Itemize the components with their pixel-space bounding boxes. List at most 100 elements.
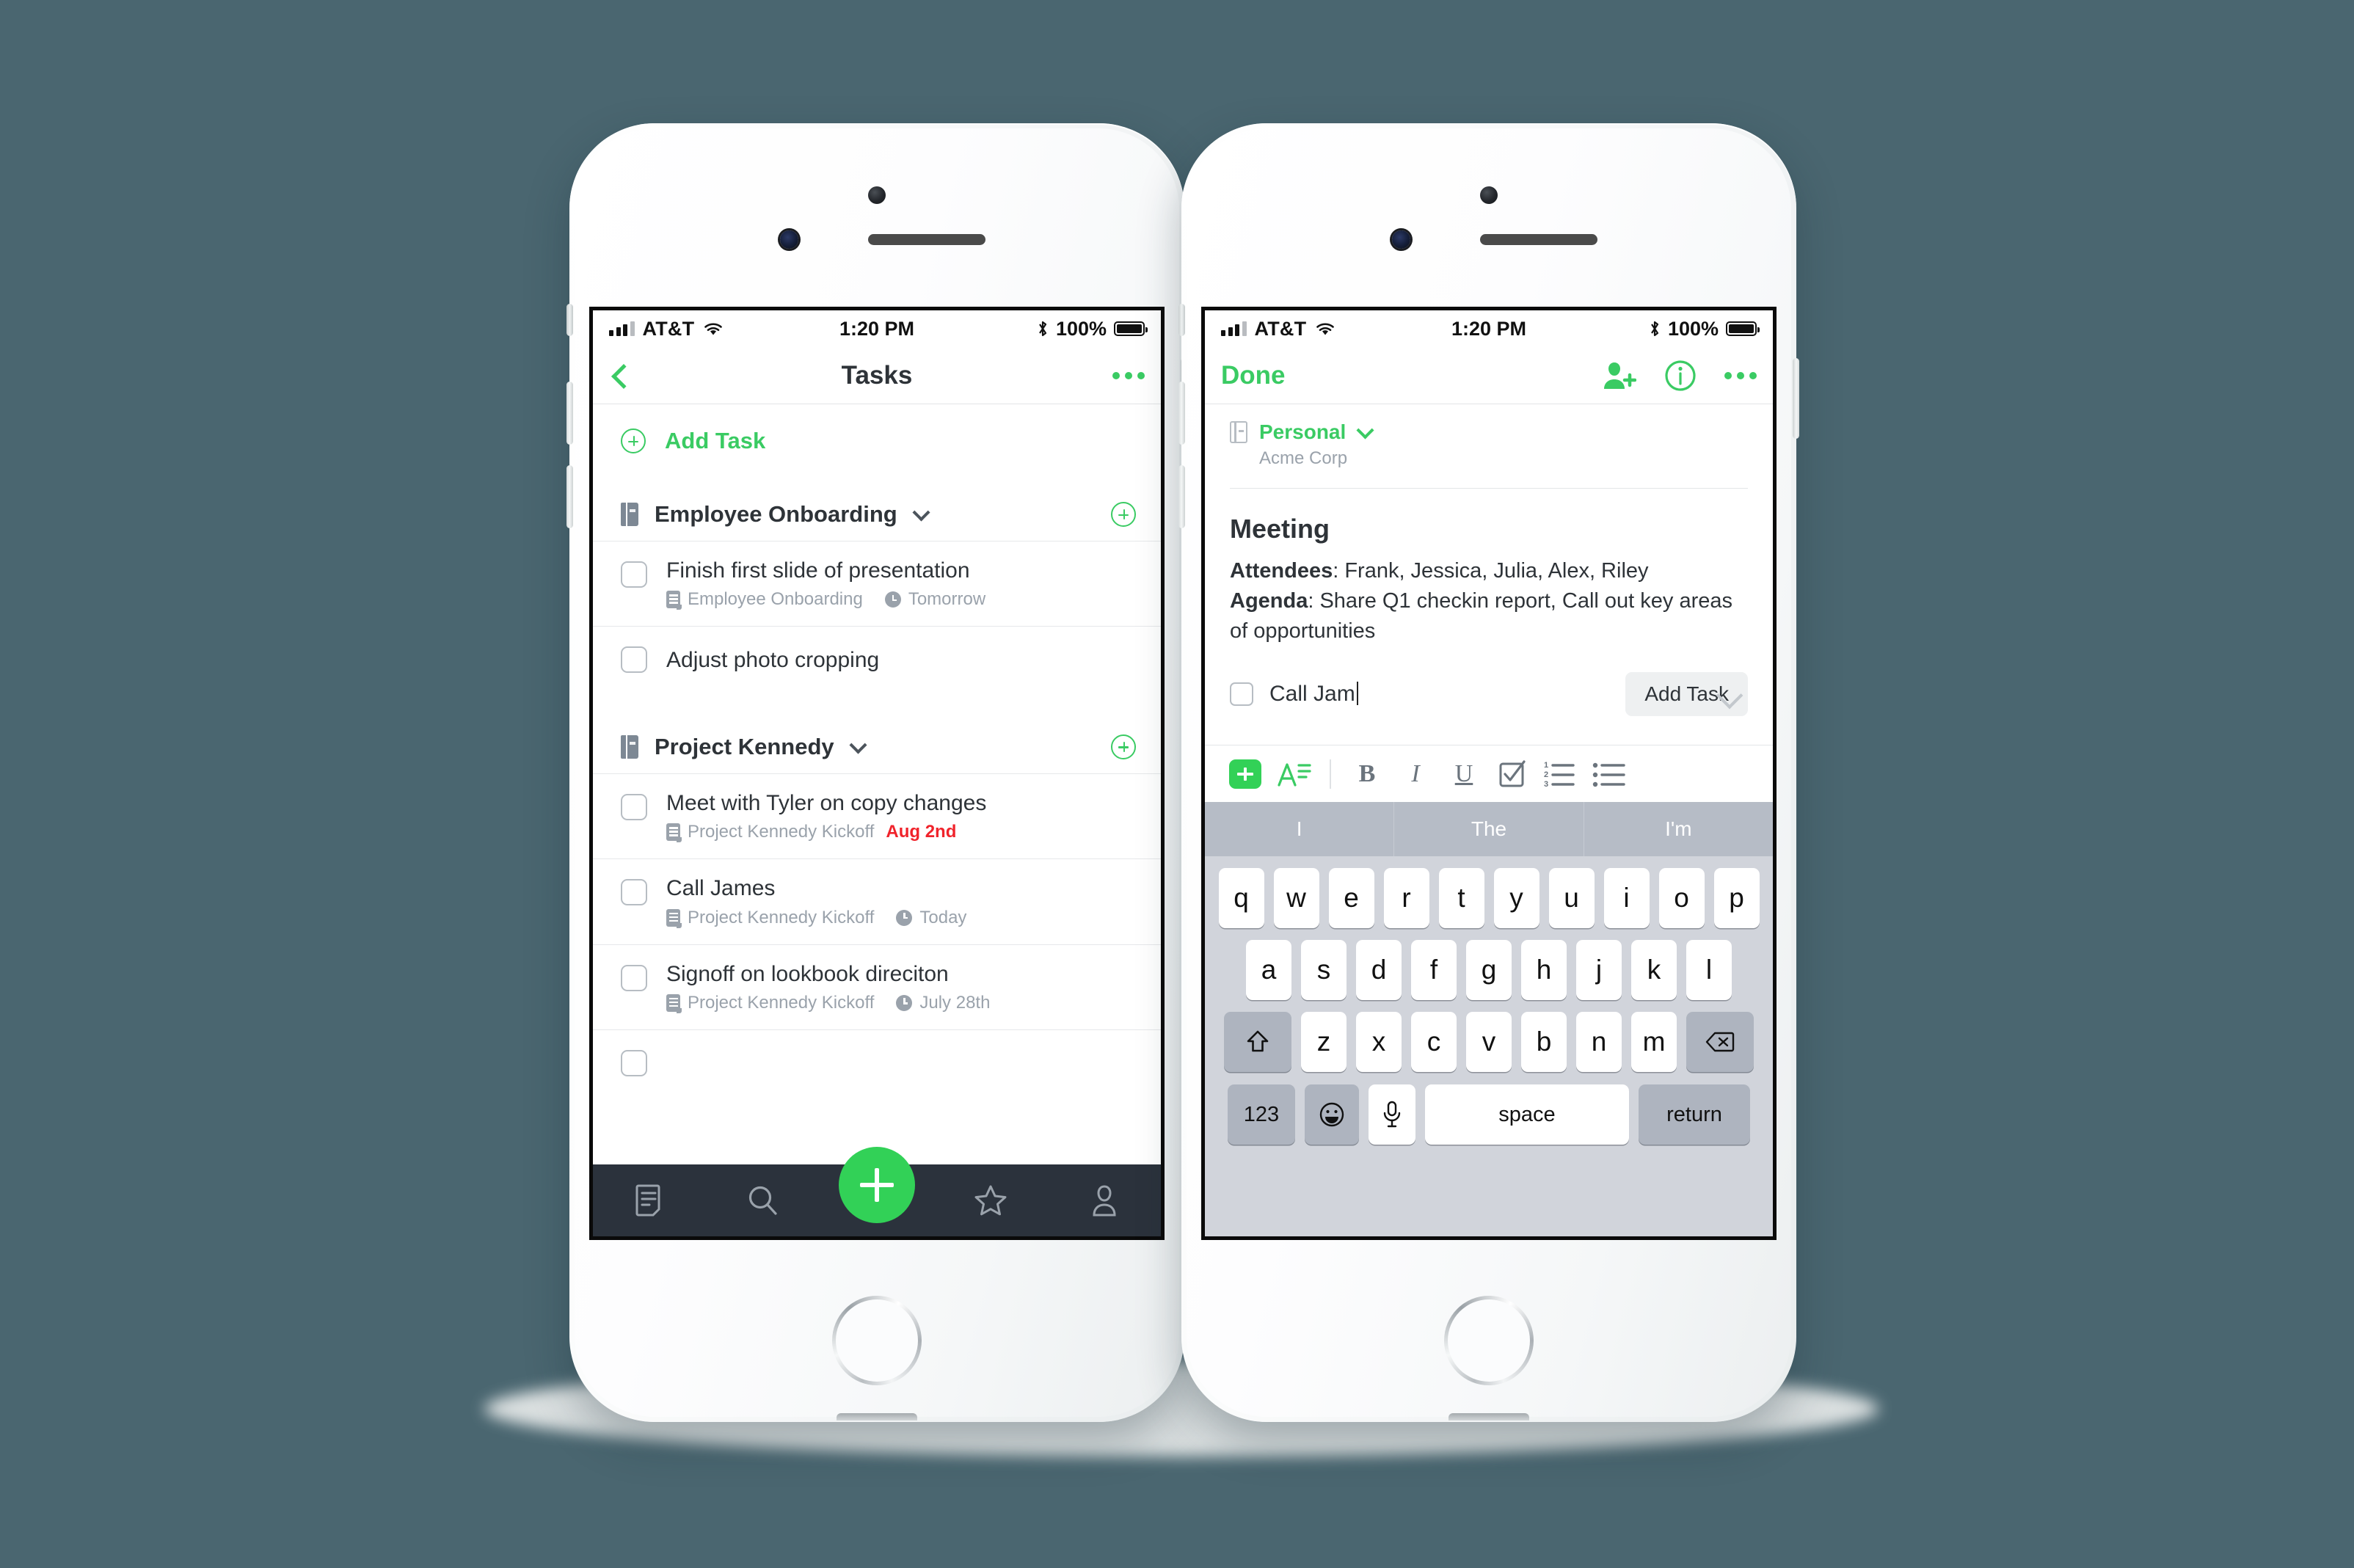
dictation-key[interactable]: [1369, 1084, 1415, 1145]
section-add-task-button[interactable]: [1111, 734, 1136, 759]
key-y[interactable]: y: [1493, 868, 1539, 928]
key-w[interactable]: w: [1273, 868, 1319, 928]
shift-key[interactable]: [1224, 1012, 1291, 1072]
underline-button[interactable]: U: [1440, 760, 1488, 788]
status-bar-right: AT&T 1:20 PM 100%: [1205, 310, 1773, 347]
key-g[interactable]: g: [1466, 940, 1512, 1000]
task-checkbox[interactable]: [621, 646, 647, 674]
section-header-project-kennedy[interactable]: Project Kennedy: [593, 701, 1161, 773]
done-button[interactable]: Done: [1221, 361, 1286, 390]
section-header-employee-onboarding[interactable]: Employee Onboarding: [593, 476, 1161, 541]
volume-up-button[interactable]: [566, 382, 573, 445]
table-row[interactable]: Meet with Tyler on copy changes Project …: [593, 773, 1161, 858]
collapse-keyboard-button[interactable]: [1717, 685, 1742, 710]
more-options-button[interactable]: [1112, 371, 1145, 379]
mute-switch[interactable]: [1178, 304, 1185, 336]
back-button[interactable]: [609, 365, 630, 386]
key-c[interactable]: c: [1411, 1012, 1457, 1072]
key-q[interactable]: q: [1218, 868, 1264, 928]
note-body[interactable]: Meeting Attendees: Frank, Jessica, Julia…: [1205, 489, 1773, 716]
table-row[interactable]: Finish first slide of presentation Emplo…: [593, 541, 1161, 626]
task-checkbox[interactable]: [621, 964, 647, 991]
key-i[interactable]: i: [1603, 868, 1650, 928]
key-m[interactable]: m: [1631, 1012, 1677, 1072]
task-checkbox[interactable]: [621, 1049, 647, 1076]
prediction-2[interactable]: I'm: [1583, 802, 1773, 856]
key-e[interactable]: e: [1328, 868, 1374, 928]
numbered-list-button[interactable]: 1 2 3: [1537, 759, 1585, 789]
page-title: Tasks: [841, 360, 913, 390]
key-v[interactable]: v: [1466, 1012, 1512, 1072]
italic-button[interactable]: I: [1391, 760, 1440, 788]
emoji-key[interactable]: [1305, 1084, 1359, 1145]
key-z[interactable]: z: [1301, 1012, 1347, 1072]
chevron-down-icon[interactable]: [1358, 425, 1372, 440]
volume-down-button[interactable]: [1178, 465, 1185, 528]
table-row[interactable]: Signoff on lookbook direciton Project Ke…: [593, 944, 1161, 1029]
space-key[interactable]: space: [1425, 1084, 1629, 1145]
notebook-icon: [1230, 421, 1247, 443]
key-j[interactable]: j: [1576, 940, 1622, 1000]
sidebar-item-search[interactable]: [707, 1184, 820, 1217]
task-checkbox[interactable]: [621, 793, 647, 820]
key-a[interactable]: a: [1246, 940, 1291, 1000]
text-format-icon: [1278, 762, 1311, 787]
sidebar-item-shortcuts[interactable]: [933, 1184, 1047, 1217]
key-s[interactable]: s: [1301, 940, 1347, 1000]
sidebar-item-notes[interactable]: [593, 1183, 707, 1218]
volume-down-button[interactable]: [566, 465, 573, 528]
bluetooth-icon: [1039, 321, 1047, 337]
plus-icon[interactable]: [839, 1147, 915, 1223]
prediction-1[interactable]: The: [1393, 802, 1583, 856]
bold-button[interactable]: B: [1343, 760, 1391, 788]
checklist-button[interactable]: [1488, 759, 1537, 789]
more-options-button[interactable]: [1724, 371, 1757, 379]
key-u[interactable]: u: [1548, 868, 1595, 928]
note-line-label: Attendees: [1230, 559, 1333, 583]
note-icon: [666, 591, 682, 610]
task-due-label: July 28th: [919, 992, 991, 1013]
chevron-down-icon[interactable]: [850, 740, 865, 754]
shift-icon: [1247, 1030, 1269, 1052]
key-d[interactable]: d: [1356, 940, 1402, 1000]
key-h[interactable]: h: [1521, 940, 1567, 1000]
return-key[interactable]: return: [1639, 1084, 1750, 1145]
table-row[interactable]: Adjust photo cropping: [593, 626, 1161, 701]
section-add-task-button[interactable]: [1111, 502, 1136, 527]
key-b[interactable]: b: [1521, 1012, 1567, 1072]
numbers-key[interactable]: 123: [1228, 1084, 1295, 1145]
table-row[interactable]: Call James Project Kennedy Kickoff Today: [593, 858, 1161, 944]
backspace-key[interactable]: [1686, 1012, 1754, 1072]
table-row-partial[interactable]: [593, 1029, 1161, 1093]
sidebar-item-account[interactable]: [1047, 1183, 1161, 1218]
person-add-icon[interactable]: [1603, 360, 1636, 391]
notebook-selector[interactable]: Personal: [1230, 420, 1748, 444]
key-p[interactable]: p: [1713, 868, 1760, 928]
text-style-button[interactable]: [1269, 759, 1318, 790]
power-button[interactable]: [1793, 358, 1799, 439]
task-checkbox[interactable]: [621, 561, 647, 588]
home-button[interactable]: [832, 1296, 922, 1385]
key-n[interactable]: n: [1576, 1012, 1622, 1072]
home-button[interactable]: [1444, 1296, 1534, 1385]
key-x[interactable]: x: [1356, 1012, 1402, 1072]
chevron-down-icon[interactable]: [914, 507, 928, 522]
phone-left: AT&T 1:20 PM 100% Tasks Add Task Employe…: [566, 123, 1187, 1422]
key-t[interactable]: t: [1438, 868, 1484, 928]
insert-button[interactable]: [1221, 759, 1269, 789]
key-f[interactable]: f: [1411, 940, 1457, 1000]
note-title: Meeting: [1230, 514, 1330, 544]
key-k[interactable]: k: [1631, 940, 1677, 1000]
add-task-row[interactable]: Add Task: [593, 404, 1161, 476]
key-o[interactable]: o: [1658, 868, 1705, 928]
key-r[interactable]: r: [1383, 868, 1429, 928]
mute-switch[interactable]: [566, 304, 573, 336]
task-checkbox[interactable]: [621, 879, 647, 906]
prediction-0[interactable]: I: [1205, 802, 1393, 856]
note-line-agenda: Agenda: Share Q1 checkin report, Call ou…: [1230, 586, 1748, 646]
info-circle-icon[interactable]: [1664, 360, 1697, 392]
task-note-label: Project Kennedy Kickoff: [688, 992, 875, 1013]
bulleted-list-button[interactable]: [1585, 759, 1633, 789]
volume-up-button[interactable]: [1178, 382, 1185, 445]
key-l[interactable]: l: [1686, 940, 1732, 1000]
